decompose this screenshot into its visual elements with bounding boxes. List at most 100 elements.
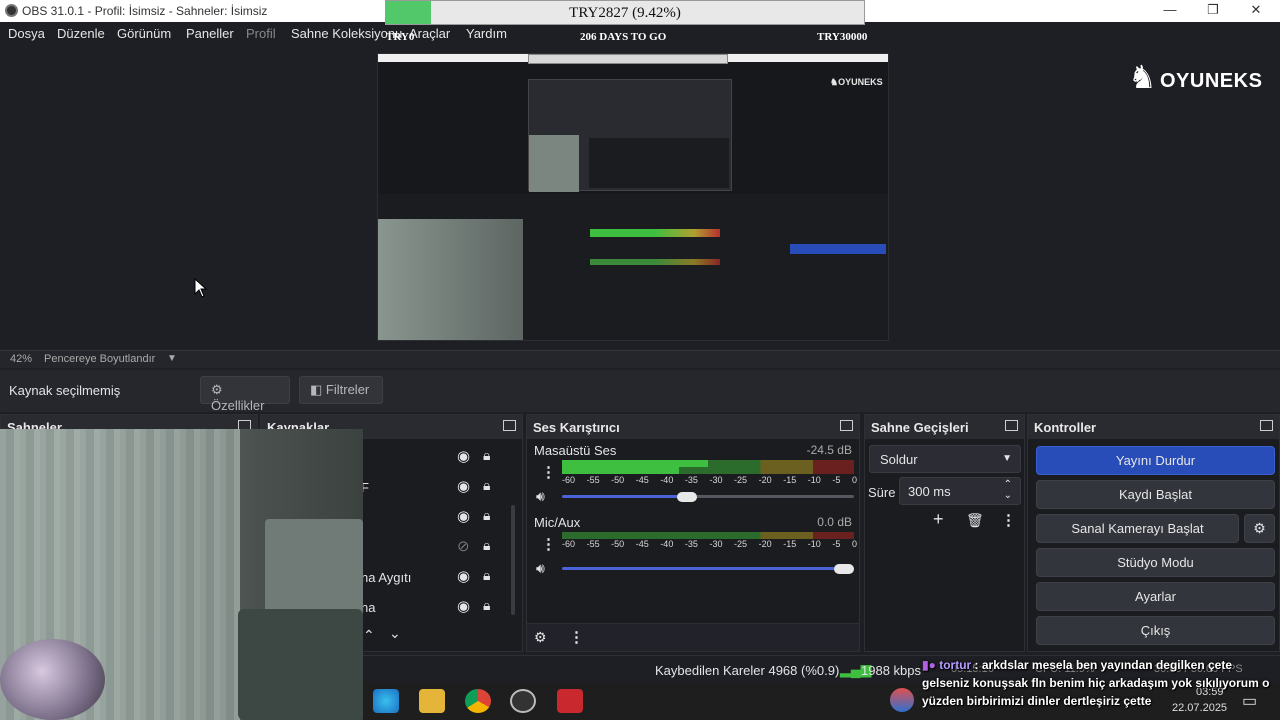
goal-days-left: 206 DAYS TO GO: [580, 31, 667, 43]
eye-icon[interactable]: ◉: [457, 567, 470, 585]
chevron-down-icon[interactable]: ▼: [1002, 453, 1012, 464]
volume-meter: [562, 532, 854, 539]
meter-ticks: -60 -55 -50 -45 -40 -35 -30 -25 -20 -15 -10 -5 0: [562, 539, 857, 549]
volume-slider[interactable]: [562, 495, 687, 498]
channel-menu-icon[interactable]: ⋮: [541, 535, 556, 553]
obs-taskbar-icon[interactable]: [510, 689, 536, 713]
maximize-button[interactable]: ❐: [1198, 2, 1228, 20]
controls-title: Kontroller: [1034, 420, 1097, 435]
move-down-icon[interactable]: ⌄: [389, 625, 401, 642]
eye-icon[interactable]: ◉: [457, 597, 470, 615]
bitrate: 1988 kbps: [861, 663, 921, 678]
tick-label: -25: [734, 539, 748, 549]
transition-select[interactable]: Soldur ▼: [869, 445, 1021, 473]
sources-scrollbar[interactable]: [511, 505, 515, 615]
properties-label: Özellikler: [211, 398, 265, 413]
duration-label: Süre: [868, 485, 896, 500]
window-title: OBS 31.0.1 - Profil: İsimsiz - Sahneler:…: [22, 4, 268, 18]
properties-button[interactable]: ⚙ Özellikler: [200, 376, 290, 413]
menu-help[interactable]: Yardım: [466, 26, 507, 41]
popout-icon[interactable]: [840, 420, 853, 431]
edge-browser-icon[interactable]: [373, 689, 399, 713]
scale-mode[interactable]: Pencereye Boyutlandır: [44, 353, 155, 365]
menu-edit[interactable]: Düzenle: [57, 26, 105, 41]
duration-input[interactable]: 300 ms ⌃ ⌄: [899, 477, 1021, 505]
add-transition-icon[interactable]: +: [933, 509, 944, 530]
speaker-icon[interactable]: 🔊︎: [536, 560, 545, 577]
scale-dropdown-icon[interactable]: ▼: [167, 353, 177, 364]
settings-button[interactable]: Ayarlar: [1036, 582, 1275, 611]
dropped-frames: Kaybedilen Kareler 4968 (%0.9): [655, 663, 840, 678]
nested-preview: [528, 79, 732, 192]
microphone-image: [0, 639, 105, 720]
menu-view[interactable]: Görünüm: [117, 26, 171, 41]
menu-tools[interactable]: Araçlar: [409, 26, 450, 41]
channel-db: -24.5 dB: [806, 443, 852, 457]
start-virtual-camera-button[interactable]: Sanal Kamerayı Başlat: [1036, 514, 1239, 543]
chat-overlay: ▮● tortur : arkdslar mesela ben yayından…: [922, 658, 1270, 708]
lock-icon[interactable]: 🔒︎: [483, 447, 490, 464]
nested-brand-text: OYUNEKS: [838, 77, 883, 87]
close-button[interactable]: ✕: [1241, 2, 1271, 20]
tick-label: -30: [709, 475, 723, 485]
mixer-header: Ses Karıştırıcı: [527, 415, 859, 439]
lock-icon[interactable]: 🔒︎: [483, 507, 490, 524]
tick-label: -15: [783, 539, 797, 549]
tick-label: -5: [832, 475, 841, 485]
menu-docks[interactable]: Paneller: [186, 26, 234, 41]
meter-level: [562, 460, 708, 467]
menu-profile[interactable]: Profil: [246, 26, 276, 41]
nested-stop-button: [790, 244, 886, 254]
tick-label: -55: [586, 475, 600, 485]
weather-icon[interactable]: [890, 688, 914, 712]
mouse-cursor-icon: [194, 278, 208, 298]
tick-label: -50: [611, 539, 625, 549]
mixer-menu-icon[interactable]: ⋮: [569, 628, 584, 646]
volume-slider[interactable]: [562, 567, 854, 570]
couch-image: [238, 609, 363, 720]
channel-menu-icon[interactable]: ⋮: [541, 463, 556, 481]
lock-icon[interactable]: 🔒︎: [483, 597, 490, 614]
virtual-camera-settings-gear-icon[interactable]: ⚙: [1244, 514, 1275, 543]
mixer-footer: ⚙ ⋮: [527, 623, 859, 651]
preview-canvas[interactable]: ♞OYUNEKS: [377, 53, 889, 341]
tick-label: -35: [684, 539, 698, 549]
tick-label: -10: [807, 475, 821, 485]
nested-webcam: [529, 135, 579, 192]
lock-icon[interactable]: 🔒︎: [483, 477, 490, 494]
lock-icon[interactable]: 🔒︎: [483, 537, 490, 554]
volume-slider-handle[interactable]: [677, 492, 697, 502]
webcam-overlay: [0, 429, 363, 720]
popout-icon[interactable]: [1260, 420, 1273, 431]
transition-menu-icon[interactable]: ⋮: [1001, 511, 1016, 529]
minimize-button[interactable]: —: [1155, 2, 1185, 20]
filters-button[interactable]: ◧ Filtreler: [299, 376, 383, 404]
eye-icon[interactable]: ◉: [457, 477, 470, 495]
lock-icon[interactable]: 🔒︎: [483, 567, 490, 584]
app-taskbar-icon[interactable]: [557, 689, 583, 713]
popout-icon[interactable]: [503, 420, 516, 431]
oyuneks-logo-icon: ♞: [1128, 59, 1157, 95]
exit-button[interactable]: Çıkış: [1036, 616, 1275, 645]
popout-icon[interactable]: [1005, 420, 1018, 431]
eye-hidden-icon[interactable]: ⊘: [457, 537, 470, 555]
stepper-down-icon[interactable]: ⌄: [1004, 490, 1012, 501]
studio-mode-button[interactable]: Stüdyo Modu: [1036, 548, 1275, 577]
menu-file[interactable]: Dosya: [8, 26, 45, 41]
move-up-icon[interactable]: ⌃: [363, 627, 375, 644]
controls-header: Kontroller: [1028, 415, 1279, 439]
nested-cam: [378, 219, 523, 340]
speaker-icon[interactable]: 🔊︎: [536, 488, 545, 505]
chrome-icon[interactable]: [465, 689, 491, 713]
no-source-selected-label: Kaynak seçilmemiş: [9, 383, 121, 398]
volume-slider-handle[interactable]: [834, 564, 854, 574]
stepper-up-icon[interactable]: ⌃: [1004, 479, 1012, 490]
stop-streaming-button[interactable]: Yayını Durdur: [1036, 446, 1275, 475]
advanced-audio-gear-icon[interactable]: ⚙: [534, 629, 547, 646]
file-explorer-icon[interactable]: [419, 689, 445, 713]
eye-icon[interactable]: ◉: [457, 507, 470, 525]
start-recording-button[interactable]: Kaydı Başlat: [1036, 480, 1275, 509]
trash-icon[interactable]: 🗑︎: [966, 512, 984, 529]
eye-icon[interactable]: ◉: [457, 447, 470, 465]
transitions-title: Sahne Geçişleri: [871, 420, 969, 435]
